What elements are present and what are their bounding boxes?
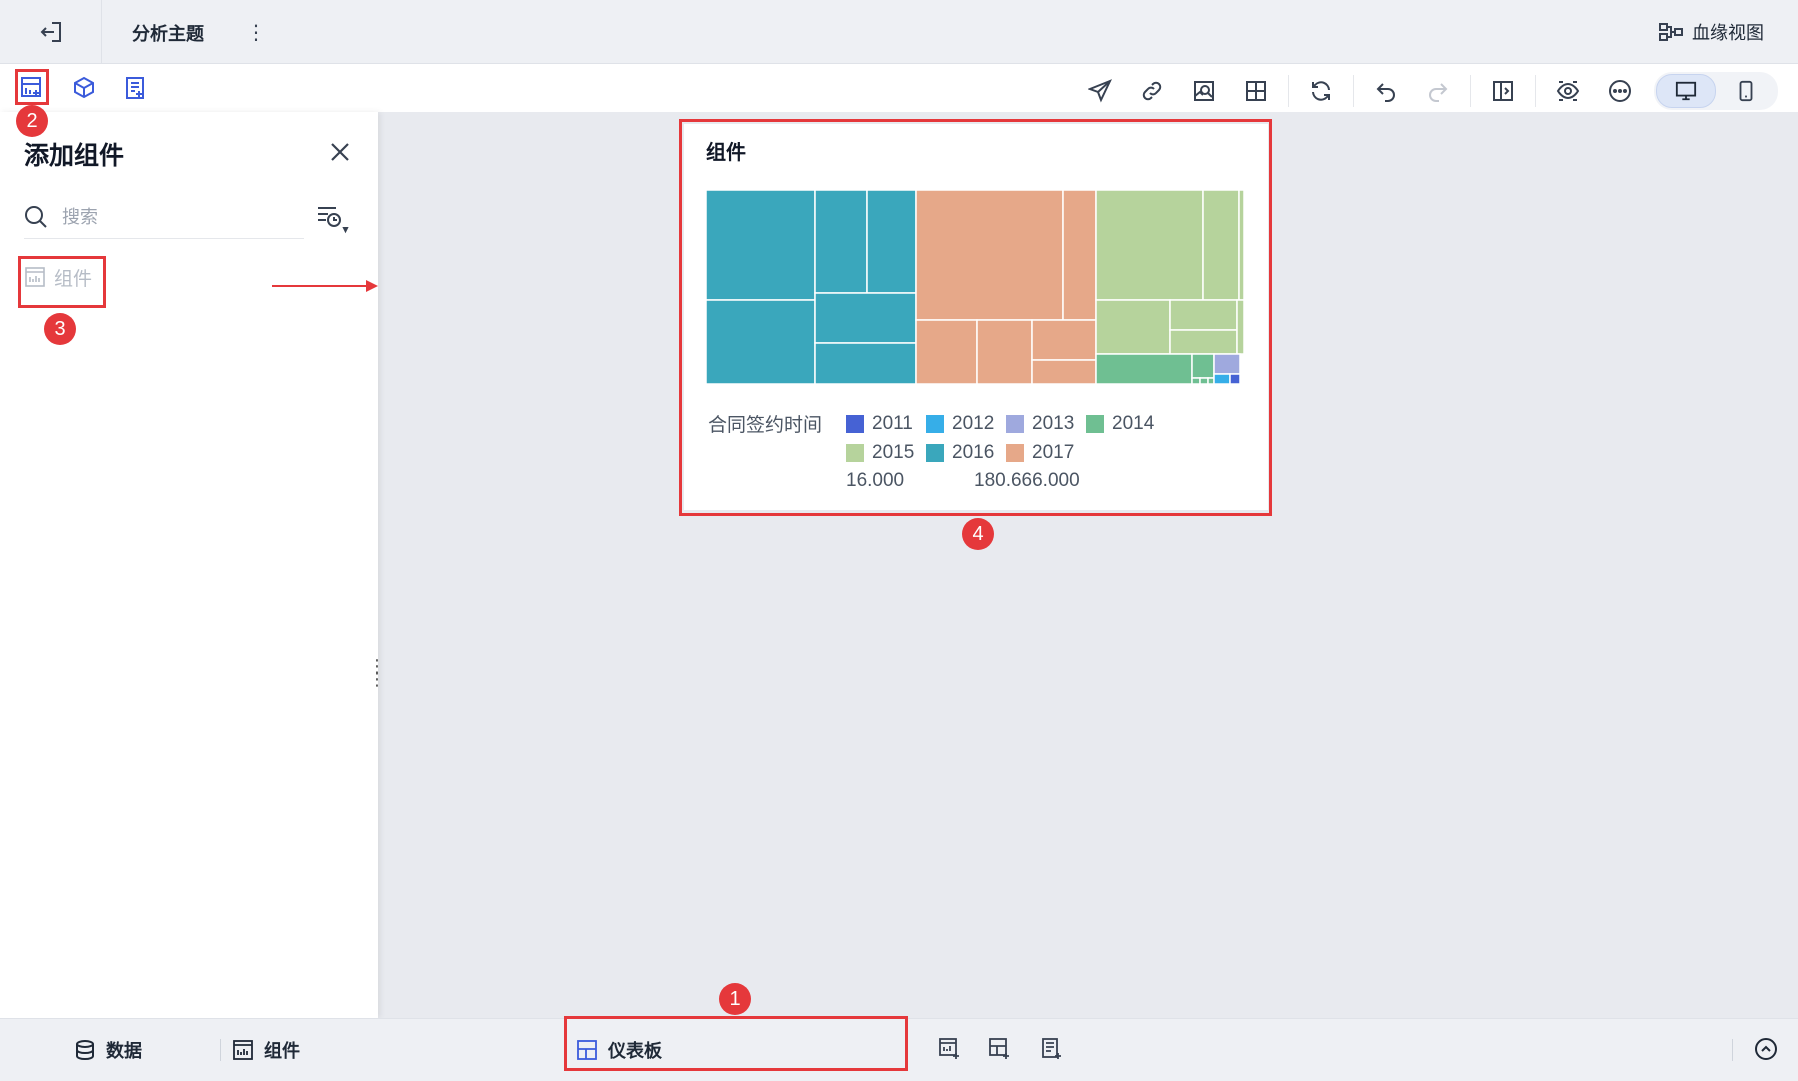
redo-button[interactable] [1422,75,1454,107]
toolbar-separator [1288,75,1289,107]
mobile-icon [1739,80,1753,102]
lineage-view-label: 血缘视图 [1692,23,1764,44]
exit-icon[interactable] [38,18,66,46]
refresh-icon [1312,81,1330,101]
eye-icon [1556,81,1580,101]
add-dashboard-icon [989,1038,1009,1059]
filter-history-icon [318,207,349,234]
top-bar: 分析主题 ⋮ 血缘视图 [0,0,1798,64]
toolbar-separator [1470,75,1471,107]
step-badge-2: 2 [16,105,48,137]
tab-widgets[interactable]: 组件 [232,1035,300,1065]
text-add-icon [126,77,144,99]
image-export-button[interactable] [1188,75,1220,107]
highlight-widget-item [18,256,106,308]
tab-widgets-label: 组件 [264,1041,300,1062]
tab-data-label: 数据 [106,1041,142,1062]
preview-button[interactable] [1552,75,1584,107]
more-options-button[interactable] [1604,75,1636,107]
publish-button[interactable] [1084,75,1116,107]
tab-separator [1732,1039,1733,1061]
cube-add-icon [74,76,94,99]
recent-filter-button[interactable] [316,204,350,234]
step-badge-3: 3 [44,313,76,345]
toolbar-separator [1353,75,1354,107]
fit-screen-icon [1246,81,1266,101]
send-icon [1088,79,1112,103]
add-report-button[interactable] [1038,1035,1066,1063]
add-dashboard-button[interactable] [986,1035,1014,1063]
search-box [24,196,304,239]
highlight-widget-card [679,119,1272,516]
undo-button[interactable] [1370,75,1402,107]
step-badge-1: 1 [719,983,751,1015]
fullscreen-button[interactable] [1240,75,1272,107]
device-switch [1654,72,1778,110]
database-icon [76,1040,94,1061]
link-icon [1142,81,1162,101]
resize-handle[interactable]: ⋮ ⋮ [368,658,386,689]
chart-icon [233,1040,253,1060]
lineage-icon [1659,23,1683,41]
highlight-add-widget [15,69,49,105]
undo-icon [1376,83,1395,102]
add-text-button[interactable] [120,72,152,104]
lineage-view-button[interactable]: 血缘视图 [1658,18,1764,46]
toolbar-right [1074,72,1778,110]
drag-arrow [272,280,378,292]
tab-separator [220,1039,221,1061]
link-button[interactable] [1136,75,1168,107]
page-title: 分析主题 [132,24,204,45]
more-vertical-icon[interactable]: ⋮ [246,18,266,46]
close-icon[interactable] [326,138,354,166]
mobile-view-button[interactable] [1716,74,1776,108]
refresh-button[interactable] [1305,75,1337,107]
redo-icon [1429,83,1448,102]
tab-data[interactable]: 数据 [74,1035,142,1065]
step-badge-4: 4 [962,518,994,550]
panel-title: 添加组件 [24,141,125,170]
more-horizontal-icon [1609,80,1631,102]
image-search-icon [1194,81,1214,101]
highlight-dashboard-tab [564,1016,908,1071]
layout-icon [1493,81,1513,101]
toolbar-separator [1535,75,1536,107]
search-input[interactable] [60,205,284,229]
add-chart-icon [939,1038,959,1059]
add-chart-button[interactable] [936,1035,964,1063]
topbar-divider [101,0,102,64]
desktop-view-button[interactable] [1656,74,1716,108]
toolbar [0,64,1798,112]
add-report-icon [1042,1038,1061,1059]
add-cube-button[interactable] [68,72,100,104]
add-widget-panel: 添加组件 组件 ⋮⋮ [0,112,386,1018]
search-icon [25,206,47,228]
chevron-up-icon [1755,1038,1777,1060]
desktop-icon [1675,81,1697,101]
layout-button[interactable] [1487,75,1519,107]
collapse-button[interactable] [1752,1035,1780,1063]
